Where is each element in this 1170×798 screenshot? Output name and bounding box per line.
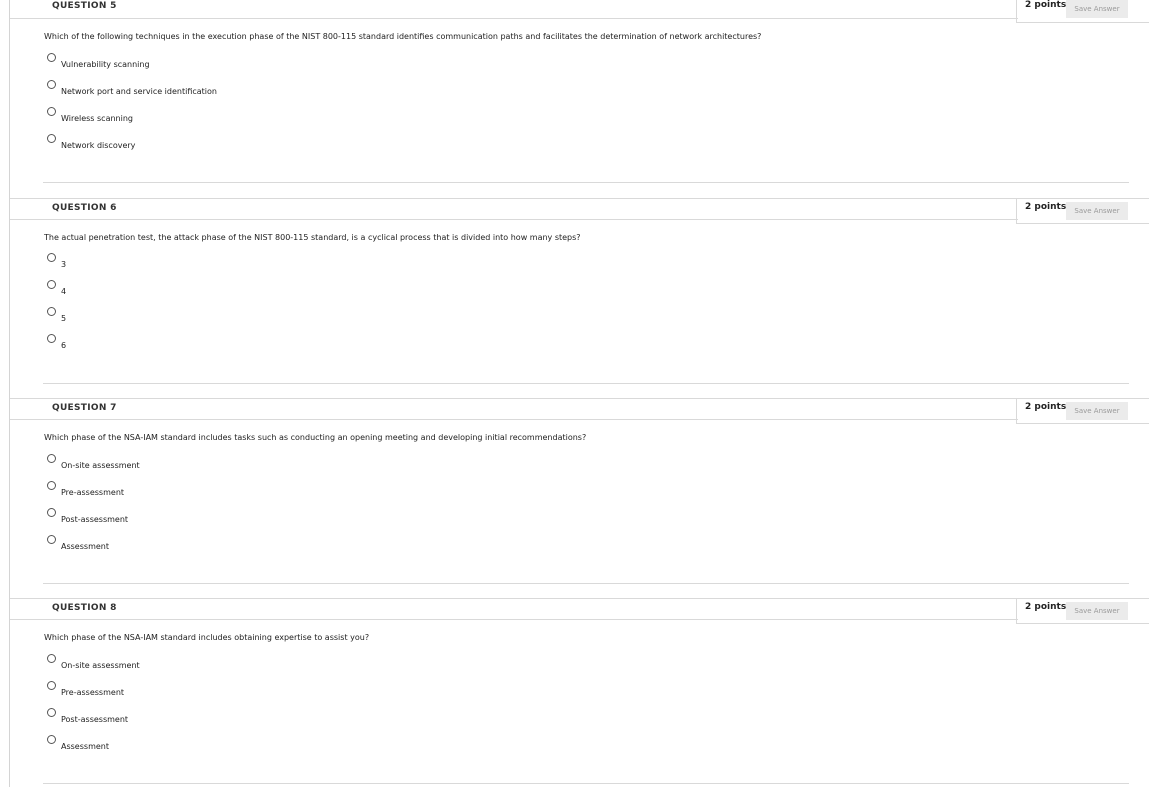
question-7: QUESTION 7 2 points Save Answer Which ph… [10,398,1170,598]
question-text: Which of the following techniques in the… [44,32,762,41]
question-divider [43,783,1129,784]
points-label: 2 points [1025,602,1067,612]
radio-button[interactable] [47,253,56,262]
radio-button[interactable] [47,107,56,116]
answer-option[interactable]: Post-assessment [47,508,347,530]
radio-button[interactable] [47,735,56,744]
question-divider [43,182,1129,183]
question-header: QUESTION 5 [10,0,1018,19]
answer-option[interactable]: On-site assessment [47,454,347,476]
answer-option[interactable]: 4 [47,280,347,302]
answer-option[interactable]: Pre-assessment [47,681,347,703]
option-label: Pre-assessment [61,688,125,697]
question-5: QUESTION 5 2 points Save Answer Which of… [10,0,1170,197]
answer-option[interactable]: 3 [47,253,347,275]
answer-option[interactable]: On-site assessment [47,654,347,676]
save-answer-button[interactable]: Save Answer [1066,202,1128,220]
answer-option[interactable]: Vulnerability scanning [47,53,347,75]
answer-option[interactable]: Network discovery [47,134,347,156]
answer-option[interactable]: Wireless scanning [47,107,347,129]
points-panel: 2 points Save Answer [1016,598,1149,624]
points-label: 2 points [1025,402,1067,412]
question-8: QUESTION 8 2 points Save Answer Which ph… [10,598,1170,798]
save-answer-button[interactable]: Save Answer [1066,602,1128,620]
radio-button[interactable] [47,481,56,490]
question-divider [43,583,1129,584]
points-panel: 2 points Save Answer [1016,0,1149,23]
save-answer-button[interactable]: Save Answer [1066,402,1128,420]
radio-button[interactable] [47,307,56,316]
option-label: On-site assessment [61,661,140,670]
option-label: Vulnerability scanning [61,60,150,69]
answer-option[interactable]: Assessment [47,735,347,757]
answer-option[interactable]: 5 [47,307,347,329]
question-text: The actual penetration test, the attack … [44,233,581,242]
radio-button[interactable] [47,280,56,289]
radio-button[interactable] [47,681,56,690]
option-label: Assessment [61,742,109,751]
radio-button[interactable] [47,334,56,343]
option-label: 4 [61,287,67,296]
radio-button[interactable] [47,708,56,717]
option-label: Post-assessment [61,515,129,524]
points-panel: 2 points Save Answer [1016,398,1149,424]
points-label: 2 points [1025,0,1067,10]
option-label: Pre-assessment [61,488,125,497]
points-label: 2 points [1025,202,1067,212]
question-header: QUESTION 6 [10,198,1018,220]
radio-button[interactable] [47,654,56,663]
option-label: On-site assessment [61,461,140,470]
radio-button[interactable] [47,535,56,544]
question-title: QUESTION 7 [52,403,117,413]
question-text: Which phase of the NSA-IAM standard incl… [44,633,370,642]
question-divider [43,383,1129,384]
answer-option[interactable]: Pre-assessment [47,481,347,503]
option-label: 6 [61,341,67,350]
option-label: Wireless scanning [61,114,133,123]
radio-button[interactable] [47,454,56,463]
question-title: QUESTION 6 [52,203,117,213]
option-label: Network port and service identification [61,87,217,96]
question-text: Which phase of the NSA-IAM standard incl… [44,433,587,442]
question-title: QUESTION 5 [52,1,117,11]
question-header: QUESTION 8 [10,598,1018,620]
option-label: Network discovery [61,141,136,150]
save-answer-button[interactable]: Save Answer [1066,0,1128,18]
answer-option[interactable]: Network port and service identification [47,80,347,102]
option-label: 5 [61,314,67,323]
answer-option[interactable]: 6 [47,334,347,356]
option-label: Assessment [61,542,109,551]
question-title: QUESTION 8 [52,603,117,613]
question-header: QUESTION 7 [10,398,1018,420]
radio-button[interactable] [47,53,56,62]
answer-option[interactable]: Post-assessment [47,708,347,730]
points-panel: 2 points Save Answer [1016,198,1149,224]
answer-option[interactable]: Assessment [47,535,347,557]
option-label: 3 [61,260,67,269]
radio-button[interactable] [47,508,56,517]
radio-button[interactable] [47,80,56,89]
question-6: QUESTION 6 2 points Save Answer The actu… [10,198,1170,398]
radio-button[interactable] [47,134,56,143]
quiz-page: QUESTION 5 2 points Save Answer Which of… [9,0,1170,787]
option-label: Post-assessment [61,715,129,724]
